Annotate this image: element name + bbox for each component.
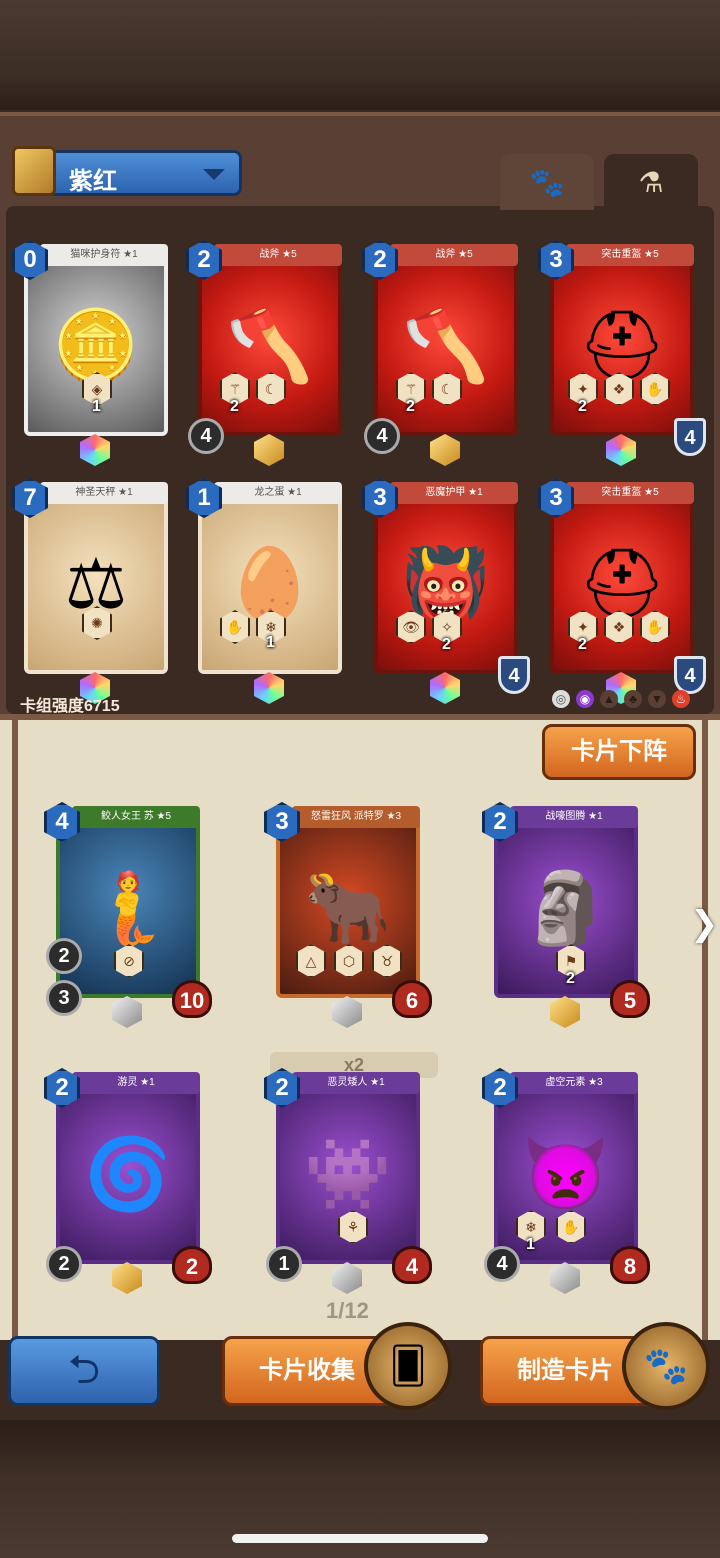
back-button[interactable]: ⮌ bbox=[8, 1336, 160, 1406]
card-name: 龙之蛋 ★1 bbox=[214, 482, 342, 504]
deck-card[interactable]: 🪓 战斧 ★5 2 ⚚ ☾ 2 4 bbox=[362, 240, 526, 466]
deck-name: 紫红 bbox=[69, 168, 117, 195]
ability-value: 1 bbox=[266, 634, 275, 651]
armor-stat: 4 bbox=[674, 656, 706, 694]
card-name: 怒雷狂风 派特罗 ★3 bbox=[292, 806, 420, 828]
collection-card[interactable]: 🐂 怒雷狂风 派特罗 ★3 3 △ ⬡ ♉ 6 bbox=[264, 802, 432, 1028]
card-art: ⚖ bbox=[24, 494, 168, 674]
card-pack-icon: 🂠 bbox=[364, 1322, 452, 1410]
armor-stat: 4 bbox=[498, 656, 530, 694]
totem-icon: 🗿 bbox=[522, 869, 610, 947]
card-art: 🌀 bbox=[56, 1084, 200, 1264]
egg-icon: 🥚 bbox=[226, 545, 314, 623]
next-page-arrow-icon[interactable]: ❯ bbox=[690, 904, 719, 944]
card-name: 突击重盔 ★5 bbox=[566, 244, 694, 266]
health-stat: 5 bbox=[610, 980, 650, 1018]
page-indicator: 1/12 bbox=[326, 1298, 369, 1323]
card-name: 战嚎图腾 ★1 bbox=[510, 806, 638, 828]
card-name: 战斧 ★5 bbox=[390, 244, 518, 266]
helmet-icon: ⛑ bbox=[577, 545, 667, 623]
mermaid-icon: 🧜 bbox=[84, 869, 172, 947]
potion-icon: ⚗ bbox=[638, 166, 664, 198]
card-name: 战斧 ★5 bbox=[214, 244, 342, 266]
deck-card[interactable]: 👹 恶魔护甲 ★1 3 👁 ✧ 2 4 bbox=[362, 478, 530, 704]
health-stat: 10 bbox=[172, 980, 212, 1018]
axe-icon: 🪓 bbox=[226, 307, 314, 385]
card-name: 游灵 ★1 bbox=[72, 1072, 200, 1094]
deck-card[interactable]: ⚖ 神圣天秤 ★1 7 ✺ bbox=[12, 478, 176, 704]
beast-warrior-icon: 🐂 bbox=[304, 869, 392, 947]
card-name: 恶灵矮人 ★1 bbox=[292, 1072, 420, 1094]
ability-value: 2 bbox=[406, 398, 415, 415]
deck-card[interactable]: 🪙 猫咪护身符 ★1 0 ◈ 1 bbox=[12, 240, 176, 466]
medallion-icon: 🪙 bbox=[52, 307, 140, 385]
tab-potions[interactable]: ⚗ bbox=[604, 154, 698, 210]
ability-value: 1 bbox=[526, 1236, 535, 1253]
spirit-orb-icon: 🌀 bbox=[84, 1135, 172, 1213]
water-element-icon: ▼ bbox=[648, 690, 666, 708]
paw-icon: 🐾 bbox=[529, 166, 565, 198]
demon-armor-icon: 👹 bbox=[402, 545, 490, 623]
deck-card[interactable]: ⛑ 突击重盔 ★5 3 ✦ ❖ ✋ 2 4 bbox=[538, 478, 706, 704]
ability-value: 2 bbox=[442, 636, 451, 653]
card-name: 神圣天秤 ★1 bbox=[40, 482, 168, 504]
ability-value: 2 bbox=[566, 970, 575, 987]
card-name: 虚空元素 ★3 bbox=[510, 1072, 638, 1094]
card-art: 🪓 bbox=[374, 256, 518, 436]
card-name: 突击重盔 ★5 bbox=[566, 482, 694, 504]
ability-value: 2 bbox=[230, 398, 239, 415]
collection-card[interactable]: 🌀 游灵 ★1 2 2 2 bbox=[44, 1068, 212, 1294]
deck-book-icon bbox=[12, 146, 56, 196]
back-arrow-icon: ⮌ bbox=[67, 1348, 101, 1392]
collection-card[interactable]: 🧜 鲛人女王 苏 ★5 4 ⊘ 2 3 10 bbox=[44, 802, 212, 1028]
craft-paw-potion-icon: 🐾 bbox=[622, 1322, 710, 1410]
card-name: 恶魔护甲 ★1 bbox=[390, 482, 518, 504]
axe-icon: 🪓 bbox=[402, 307, 490, 385]
deck-card[interactable]: ⛑ 突击重盔 ★5 3 ✦ ❖ ✋ 2 4 bbox=[538, 240, 706, 466]
deck-card[interactable]: 🥚 龙之蛋 ★1 1 ✋ ❄ 1 bbox=[186, 478, 350, 704]
deck-card[interactable]: 🪓 战斧 ★5 2 ⚚ ☾ 2 4 bbox=[186, 240, 350, 466]
void-element-icon: ◉ bbox=[576, 690, 594, 708]
unequip-card-button[interactable]: 卡片下阵 bbox=[542, 724, 696, 780]
fire-element-icon: ♨ bbox=[672, 690, 690, 708]
top-wood-frame bbox=[0, 0, 720, 110]
collection-card[interactable]: 👿 虚空元素 ★3 2 ❄ ✋ 1 4 8 bbox=[482, 1068, 650, 1294]
card-name: 鲛人女王 苏 ★5 bbox=[72, 806, 200, 828]
earth-element-icon: ▲ bbox=[600, 690, 618, 708]
health-stat: 6 bbox=[392, 980, 432, 1018]
health-stat: 8 bbox=[610, 1246, 650, 1284]
collection-card[interactable]: 👾 恶灵矮人 ★1 2 ⚘ 1 4 bbox=[264, 1068, 432, 1294]
craft-card-label: 制造卡片 bbox=[517, 1357, 613, 1384]
attack-stat: 1 bbox=[266, 1246, 302, 1282]
void-elemental-icon: 👿 bbox=[522, 1135, 610, 1213]
ability-value: 2 bbox=[46, 938, 82, 974]
attack-stat: 4 bbox=[188, 418, 224, 454]
helmet-icon: ⛑ bbox=[577, 307, 667, 385]
card-name: 猫咪护身符 ★1 bbox=[40, 244, 168, 266]
card-art: 🪓 bbox=[198, 256, 342, 436]
attack-stat: 4 bbox=[364, 418, 400, 454]
card-art: ⛑ bbox=[550, 494, 694, 674]
ability-value: 1 bbox=[92, 398, 101, 415]
element-filter: ◎ ◉ ▲ ♣ ▼ ♨ bbox=[552, 690, 690, 708]
card-art: ⛑ bbox=[550, 256, 694, 436]
home-indicator bbox=[232, 1534, 488, 1543]
health-stat: 2 bbox=[172, 1246, 212, 1284]
ability-value: 2 bbox=[578, 398, 587, 415]
attack-stat: 4 bbox=[484, 1246, 520, 1282]
ability-value: 2 bbox=[578, 636, 587, 653]
deck-strength: 卡组强度6715 bbox=[20, 698, 120, 715]
chevron-down-icon bbox=[203, 169, 225, 180]
tab-pets[interactable]: 🐾 bbox=[500, 154, 594, 210]
card-collection-label: 卡片收集 bbox=[259, 1357, 355, 1384]
ghost-dwarf-icon: 👾 bbox=[304, 1135, 392, 1213]
health-stat: 4 bbox=[392, 1246, 432, 1284]
neutral-element-icon: ◎ bbox=[552, 690, 570, 708]
nature-element-icon: ♣ bbox=[624, 690, 642, 708]
attack-stat: 3 bbox=[46, 980, 82, 1016]
attack-stat: 2 bbox=[46, 1246, 82, 1282]
collection-card[interactable]: 🗿 战嚎图腾 ★1 2 ⚑ 2 5 bbox=[482, 802, 650, 1028]
armor-stat: 4 bbox=[674, 418, 706, 456]
